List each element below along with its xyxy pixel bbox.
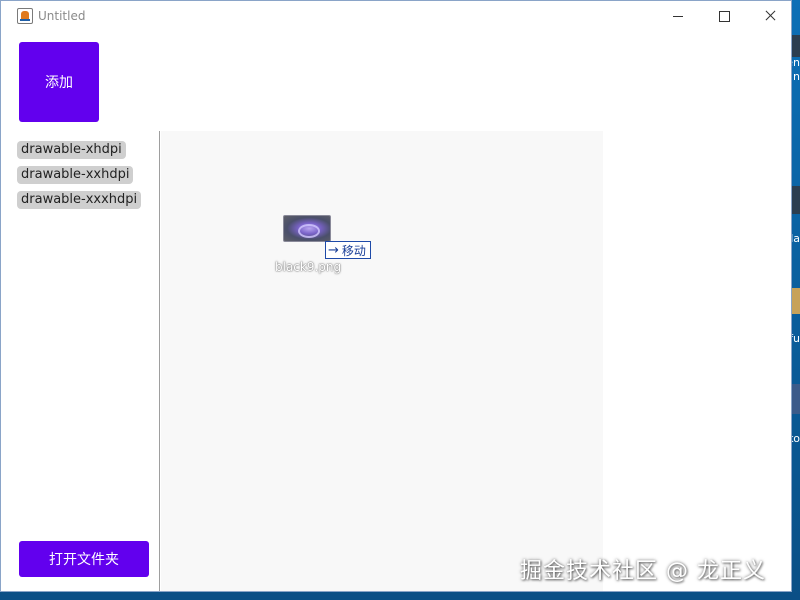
open-folder-button[interactable]: 打开文件夹 [19,541,149,577]
minimize-button[interactable] [655,1,701,31]
watermark: 掘金技术社区 @ 龙正义 [520,559,766,584]
desktop-icon-label: n [793,70,800,83]
drag-move-label: 移动 [341,243,366,258]
dragged-image-thumbnail[interactable] [283,215,331,242]
maximize-button[interactable] [701,1,747,31]
close-button[interactable] [747,1,793,31]
desktop-icon[interactable] [791,35,800,57]
app-window: Untitled 添加 drawable-xhdpi drawable-xxhd… [0,0,792,592]
title-bar[interactable]: Untitled [1,1,791,31]
add-button[interactable]: 添加 [19,42,99,122]
java-app-icon [17,8,33,24]
desktop-icon[interactable] [791,384,800,414]
minimize-icon [673,16,683,17]
drag-move-tooltip: → 移动 [325,241,371,259]
folder-item-drawable-xhdpi[interactable]: drawable-xhdpi [17,141,126,159]
folder-list-panel: drawable-xhdpi drawable-xxhdpi drawable-… [1,131,159,591]
maximize-icon [719,11,730,22]
window-title: Untitled [38,9,86,23]
folder-item-drawable-xxxhdpi[interactable]: drawable-xxxhdpi [17,191,142,209]
panel-divider[interactable] [159,131,160,591]
drop-area[interactable] [161,131,603,591]
desktop-icon[interactable] [791,288,800,314]
arrow-right-icon: → [328,242,339,258]
desktop-icon[interactable] [791,186,800,214]
dragged-file-name: black9.png [275,260,342,274]
folder-item-drawable-xxhdpi[interactable]: drawable-xxhdpi [17,166,134,184]
